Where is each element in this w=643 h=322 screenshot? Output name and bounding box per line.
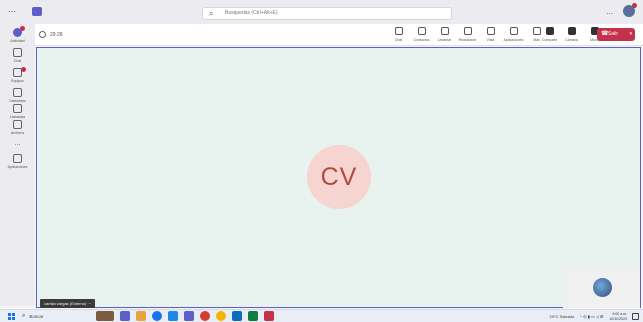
tool-label: Compartir — [541, 38, 558, 42]
people-icon — [417, 27, 426, 35]
apps-icon — [509, 27, 518, 35]
chat-icon — [13, 48, 22, 57]
profile-avatar[interactable] — [623, 3, 637, 17]
rail-item-label: Archivos — [10, 131, 25, 135]
meeting-timer: 29:28 — [39, 31, 63, 38]
file-explorer-icon[interactable] — [136, 311, 146, 321]
rail-item-label: Equipos — [11, 79, 24, 83]
leave-button[interactable]: ☎ Salir ▾ — [597, 28, 635, 41]
task-view-icon[interactable] — [120, 311, 130, 321]
excel-icon[interactable] — [248, 311, 258, 321]
apps-button[interactable]: Aplicaciones — [502, 27, 525, 42]
taskbar-search[interactable]: ⌕ Buscar — [22, 311, 43, 321]
tool-label: Levantar — [437, 38, 452, 42]
react-button[interactable]: Reaccionar — [456, 27, 479, 42]
more-options-icon[interactable]: ⋯ — [87, 301, 91, 306]
search-icon: ⌕ — [22, 312, 26, 319]
apps-icon — [13, 154, 22, 163]
title-bar: ⋯ ⌕ Busquedas (Ctrl+Alt+E) ... — [0, 0, 643, 24]
taskbar-apps — [96, 311, 274, 321]
edge-icon[interactable] — [152, 311, 162, 321]
notification-badge — [21, 67, 26, 72]
timer-text: 29:28 — [50, 31, 63, 38]
taskbar-search-label: Buscar — [29, 313, 44, 319]
people-button[interactable]: Contactos — [410, 27, 433, 42]
meeting-toolbar: 29:28 Chat Contactos Levantar Reaccionar… — [35, 24, 643, 46]
rail-item-label: Chat — [13, 59, 22, 63]
share-icon — [545, 27, 554, 35]
shield-icon — [39, 31, 46, 38]
self-avatar — [593, 278, 612, 297]
teams-app-icon[interactable] — [184, 311, 194, 321]
raise-hand-button[interactable]: Levantar — [433, 27, 456, 42]
view-button[interactable]: Vista — [479, 27, 502, 42]
meeting-stage: CV camila vargas (Externo) ⋯ — [36, 47, 641, 308]
tool-label: Reaccionar — [458, 38, 477, 42]
rail-item-label: Calendario — [9, 99, 26, 103]
rail-item-apps[interactable]: Aplicaciones — [0, 154, 35, 169]
windows-start-icon[interactable] — [8, 313, 15, 320]
chat-icon — [394, 27, 403, 35]
weather-widget[interactable]: 29°C Soleado — [549, 314, 574, 319]
more-icon: ... — [14, 140, 21, 147]
rail-item-teams[interactable]: Equipos — [0, 67, 35, 83]
rail-item-label: Llamadas — [9, 115, 26, 119]
tool-label: Cámara — [565, 38, 578, 42]
clock-time: 9:00 a.m. — [612, 312, 627, 316]
phone-icon: ☎ — [601, 31, 609, 37]
search-input[interactable]: ⌕ Busquedas (Ctrl+Alt+E) — [202, 7, 452, 20]
title-bar-right: ... — [606, 3, 637, 17]
rail-item-files[interactable]: Archivos — [0, 120, 35, 135]
leave-label: Salir — [608, 31, 619, 37]
tool-label: Aplicaciones — [503, 38, 524, 42]
share-button[interactable]: Compartir — [538, 27, 561, 42]
notification-icon[interactable] — [632, 313, 639, 320]
rail-item-calendar[interactable]: Calendario — [0, 88, 35, 103]
chrome-icon[interactable] — [200, 311, 210, 321]
chat-button[interactable]: Chat — [387, 27, 410, 42]
search-icon: ⌕ — [209, 9, 214, 18]
raise-hand-icon — [440, 27, 449, 35]
clock[interactable]: 9:00 a.m. 10/10/2023 — [609, 312, 627, 321]
call-icon — [13, 104, 22, 113]
rail-item-more[interactable]: ... — [0, 138, 35, 147]
app-rail: Actividad Chat Equipos Calendario Llamad… — [0, 24, 35, 306]
menu-dots-icon[interactable]: ⋯ — [8, 7, 18, 16]
acrobat-icon[interactable] — [264, 311, 274, 321]
self-view-tile[interactable] — [563, 266, 640, 308]
rail-item-activity[interactable]: Actividad — [0, 26, 35, 43]
widget-icon[interactable] — [96, 311, 114, 321]
store-icon[interactable] — [168, 311, 178, 321]
tool-label: Chat — [394, 38, 403, 42]
participant-avatar: CV — [307, 145, 371, 209]
title-bar-left: ⋯ — [8, 7, 42, 16]
system-tray: 29°C Soleado ^ ◎ ▮ ▭ ◁ ⊞ 9:00 a.m. 10/10… — [549, 312, 627, 321]
camera-button[interactable]: Cámara — [560, 27, 583, 42]
participant-name: camila vargas (Externo) — [44, 301, 87, 306]
view-icon — [486, 27, 495, 35]
calendar-icon — [13, 88, 22, 97]
chevron-down-icon[interactable]: ▾ — [629, 28, 632, 41]
app-icon[interactable] — [216, 311, 226, 321]
tray-icons[interactable]: ^ ◎ ▮ ▭ ◁ ⊞ — [580, 314, 603, 319]
rail-item-chat[interactable]: Chat — [0, 48, 35, 63]
tool-label: Vista — [486, 38, 495, 42]
rail-item-label: Aplicaciones — [7, 165, 28, 169]
windows-taskbar: ⌕ Buscar 29°C Soleado ^ ◎ ▮ ▭ ◁ ⊞ 9:00 a… — [0, 309, 643, 322]
search-placeholder: Busquedas (Ctrl+Alt+E) — [225, 10, 278, 16]
more-options-icon[interactable]: ... — [606, 7, 613, 16]
rail-item-calls[interactable]: Llamadas — [0, 104, 35, 119]
clock-date: 10/10/2023 — [609, 316, 627, 321]
files-icon — [13, 120, 22, 129]
tool-label: Contactos — [413, 38, 430, 42]
participant-name-tag: camila vargas (Externo) ⋯ — [40, 299, 96, 308]
camera-icon — [567, 27, 576, 35]
rail-item-label: Actividad — [10, 39, 25, 43]
teams-window: ⋯ ⌕ Busquedas (Ctrl+Alt+E) ... Actividad… — [0, 0, 643, 322]
notification-badge — [20, 26, 25, 31]
teams-logo-icon — [32, 7, 42, 16]
outlook-icon[interactable] — [232, 311, 242, 321]
react-icon — [463, 27, 472, 35]
meeting-tools: Chat Contactos Levantar Reaccionar Vista… — [387, 27, 548, 42]
